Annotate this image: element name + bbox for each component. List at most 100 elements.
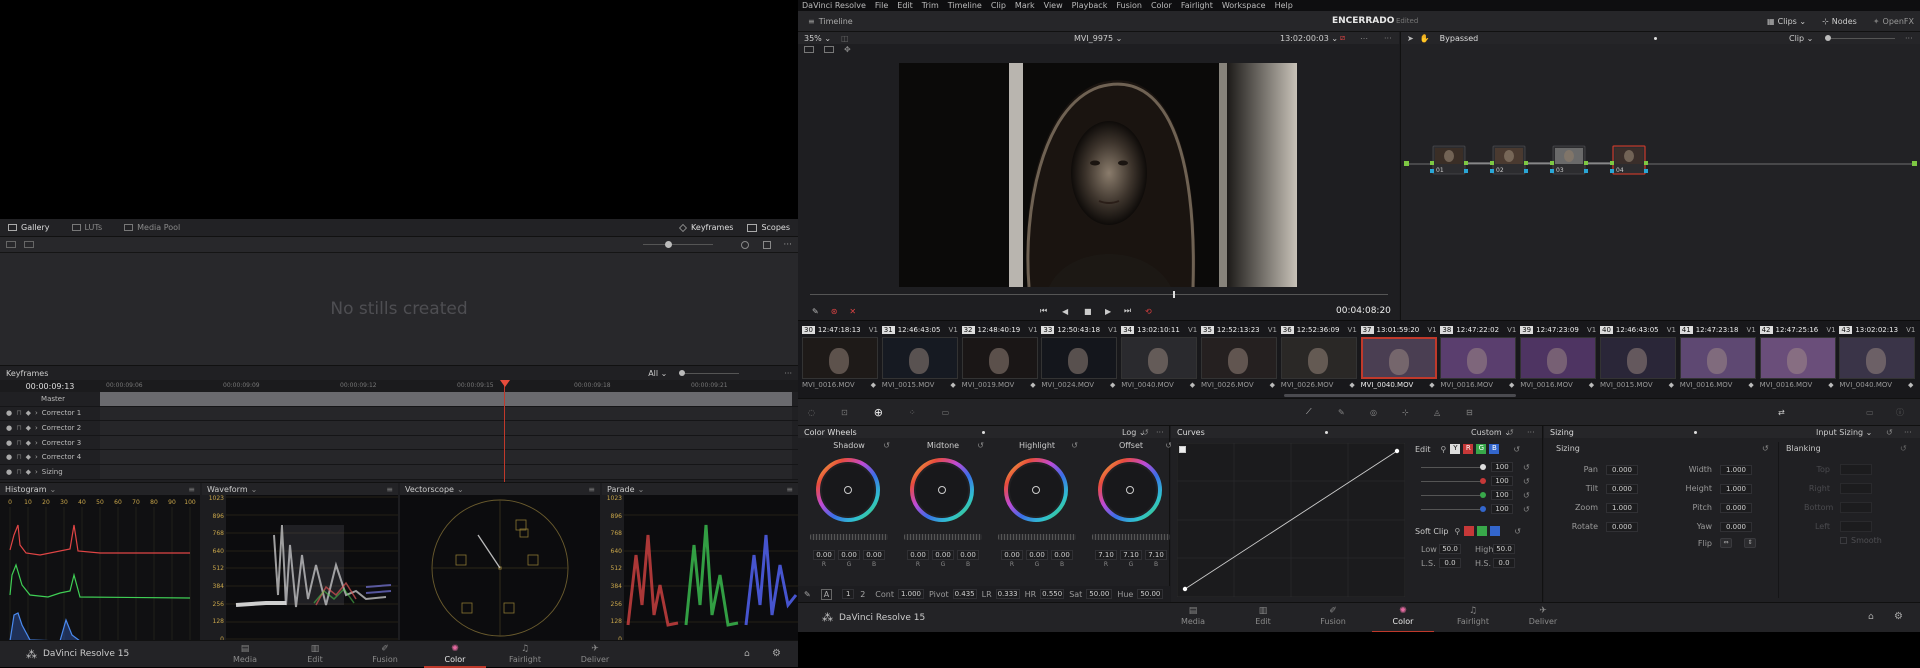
clip-thumbnail-item[interactable]: 34 13:02:10:11 V1 MVI_0040.MOV ◆: [1121, 325, 1199, 395]
clip-thumbnail-item[interactable]: 40 12:46:43:05 V1 MVI_0015.MOV ◆: [1600, 325, 1678, 395]
clips-icon[interactable]: ▦: [1767, 17, 1775, 26]
eyedropper-icon[interactable]: ✎: [812, 307, 819, 316]
slider-knob[interactable]: [1480, 505, 1486, 512]
sizing-field-value[interactable]: 0.000: [1606, 483, 1638, 494]
clip-flag-icon[interactable]: ◆: [1828, 381, 1833, 389]
menu-item-fairlight[interactable]: Fairlight: [1181, 1, 1213, 10]
menu-item-mark[interactable]: Mark: [1015, 1, 1035, 10]
page-tab-edit[interactable]: ▥ Edit: [280, 641, 350, 668]
keyframe-track-row[interactable]: ● ⊓ ◆ › Corrector 1: [0, 406, 798, 422]
more-options-icon[interactable]: ···: [783, 240, 792, 250]
keyframes-filter[interactable]: All ⌄: [648, 369, 667, 378]
menu-item-trim[interactable]: Trim: [922, 1, 939, 10]
page-tab-media[interactable]: ▤ Media: [210, 641, 280, 668]
sizing-field-value[interactable]: 1.000: [1720, 483, 1752, 494]
clip-flag-icon[interactable]: ◆: [950, 381, 955, 389]
3d-icon[interactable]: ▭: [1866, 408, 1874, 417]
clip-flag-icon[interactable]: ◆: [1190, 381, 1195, 389]
viewer-timecode[interactable]: 13:02:00:03 ⌄: [1280, 34, 1338, 43]
highlight-icon[interactable]: ⊛: [831, 307, 838, 316]
keyframe-icon[interactable]: ◆: [26, 453, 31, 461]
sizing-field-value[interactable]: 0.000: [1720, 521, 1752, 532]
gallery-tab[interactable]: Gallery: [8, 223, 50, 232]
menu-item-help[interactable]: Help: [1275, 1, 1293, 10]
reset-icon[interactable]: ↺: [1507, 428, 1514, 437]
sizing-field-value[interactable]: 1.000: [1606, 502, 1638, 513]
clip-flag-icon[interactable]: ◆: [871, 381, 876, 389]
node-key-output-port[interactable]: [1644, 169, 1648, 173]
chevron-down-icon[interactable]: ⌄: [50, 485, 57, 494]
bypass-icon[interactable]: ⧄: [1340, 33, 1345, 43]
search-icon[interactable]: [741, 240, 750, 249]
home-icon[interactable]: ⌂: [744, 649, 750, 659]
keyframes-tab[interactable]: Keyframes: [679, 223, 733, 232]
media-pool-tab[interactable]: Media Pool: [124, 223, 180, 232]
keyframe-track-row[interactable]: ● ⊓ ◆ › Corrector 4: [0, 450, 798, 465]
node-output-port[interactable]: [1584, 161, 1588, 165]
clip-thumbnail-item[interactable]: 36 12:52:36:09 V1 MVI_0026.MOV ◆: [1280, 325, 1359, 395]
more-options-icon[interactable]: ···: [1384, 34, 1392, 43]
more-options-icon[interactable]: ···: [1156, 428, 1164, 437]
wheel-value-b[interactable]: 0.00: [863, 550, 885, 560]
reset-icon[interactable]: ↺: [1513, 445, 1520, 454]
clip-flag-icon[interactable]: ◆: [1429, 381, 1434, 389]
rgb-mixer-icon[interactable]: ⁘: [909, 408, 916, 417]
curve-intensity-field[interactable]: 100: [1491, 490, 1513, 500]
scrub-playhead[interactable]: [1173, 291, 1175, 298]
blur-icon[interactable]: ◬: [1434, 408, 1440, 417]
lock-icon[interactable]: ⊓: [16, 453, 21, 461]
y-channel-button[interactable]: Y: [1450, 444, 1461, 454]
wheel-value-r[interactable]: 0.00: [813, 550, 835, 560]
clip-flag-icon[interactable]: ◆: [1349, 381, 1354, 389]
lr-field[interactable]: 0.333: [995, 589, 1020, 599]
wheel-master-slider[interactable]: [810, 534, 888, 540]
bullet-icon[interactable]: ●: [6, 439, 12, 447]
page-tab-color[interactable]: ✺ Color: [1368, 603, 1438, 633]
clip-flag-icon[interactable]: ◆: [1669, 381, 1674, 389]
clip-name[interactable]: MVI_9975 ⌄: [1074, 34, 1122, 43]
auto-balance-icon[interactable]: A: [820, 588, 833, 600]
clip-thumbnail-item[interactable]: 42 12:47:25:16 V1 MVI_0016.MOV ◆: [1759, 325, 1838, 395]
clips-button[interactable]: Clips ⌄: [1778, 17, 1807, 26]
reset-icon[interactable]: ↺: [883, 441, 890, 450]
node-key-output-port[interactable]: [1464, 169, 1468, 173]
keyframes-zoom-slider[interactable]: [679, 369, 740, 376]
expand-chevron-icon[interactable]: ›: [35, 439, 38, 447]
bullet-icon[interactable]: ●: [6, 453, 12, 461]
curve-intensity-slider[interactable]: [1421, 463, 1486, 470]
wheel-master-slider[interactable]: [904, 534, 982, 540]
track-lane[interactable]: [100, 450, 792, 464]
curve-intensity-slider[interactable]: [1421, 505, 1486, 512]
wipe-icon[interactable]: ✥: [844, 45, 851, 54]
keyframe-icon[interactable]: ◆: [26, 409, 31, 417]
soft-clip-b-button[interactable]: [1490, 526, 1501, 536]
node-02[interactable]: 02: [1490, 145, 1550, 175]
scope-settings-icon[interactable]: ≡: [588, 485, 595, 494]
lock-icon[interactable]: ⊓: [16, 439, 21, 447]
luts-tab[interactable]: LUTs: [71, 223, 102, 232]
fullscreen-icon[interactable]: [763, 240, 772, 249]
flip-horizontal-icon[interactable]: ⇔: [1720, 538, 1732, 548]
node-mode[interactable]: Clip ⌄: [1789, 34, 1813, 43]
wheel-value-r[interactable]: 7.10: [1095, 550, 1117, 560]
color-wheels-icon[interactable]: ⊕: [874, 406, 883, 419]
lock-icon[interactable]: ⊓: [16, 409, 21, 417]
more-options-icon[interactable]: ···: [1527, 428, 1535, 437]
menu-item-davinci-resolve[interactable]: DaVinci Resolve: [802, 1, 866, 10]
blanking-field-value[interactable]: [1840, 521, 1872, 532]
mute-icon[interactable]: ✕: [849, 307, 856, 316]
clip-flag-icon[interactable]: ◆: [1030, 381, 1035, 389]
scope-settings-icon[interactable]: ≡: [786, 485, 793, 494]
b-channel-button[interactable]: B: [1489, 444, 1500, 454]
nodes-button[interactable]: Nodes: [1832, 17, 1857, 26]
page-tab-fairlight[interactable]: ♫ Fairlight: [1438, 603, 1508, 633]
hs-field[interactable]: 0.0: [1493, 558, 1515, 568]
bullet-icon[interactable]: ●: [6, 424, 12, 432]
reset-icon[interactable]: ↺: [1523, 463, 1530, 472]
node-output-port[interactable]: [1524, 161, 1528, 165]
clip-flag-icon[interactable]: ◆: [1110, 381, 1115, 389]
node-04[interactable]: 04: [1610, 145, 1648, 175]
wheel-value-b[interactable]: 7.10: [1145, 550, 1167, 560]
wheel-master-slider[interactable]: [998, 534, 1076, 540]
clip-flag-icon[interactable]: ◆: [1509, 381, 1514, 389]
